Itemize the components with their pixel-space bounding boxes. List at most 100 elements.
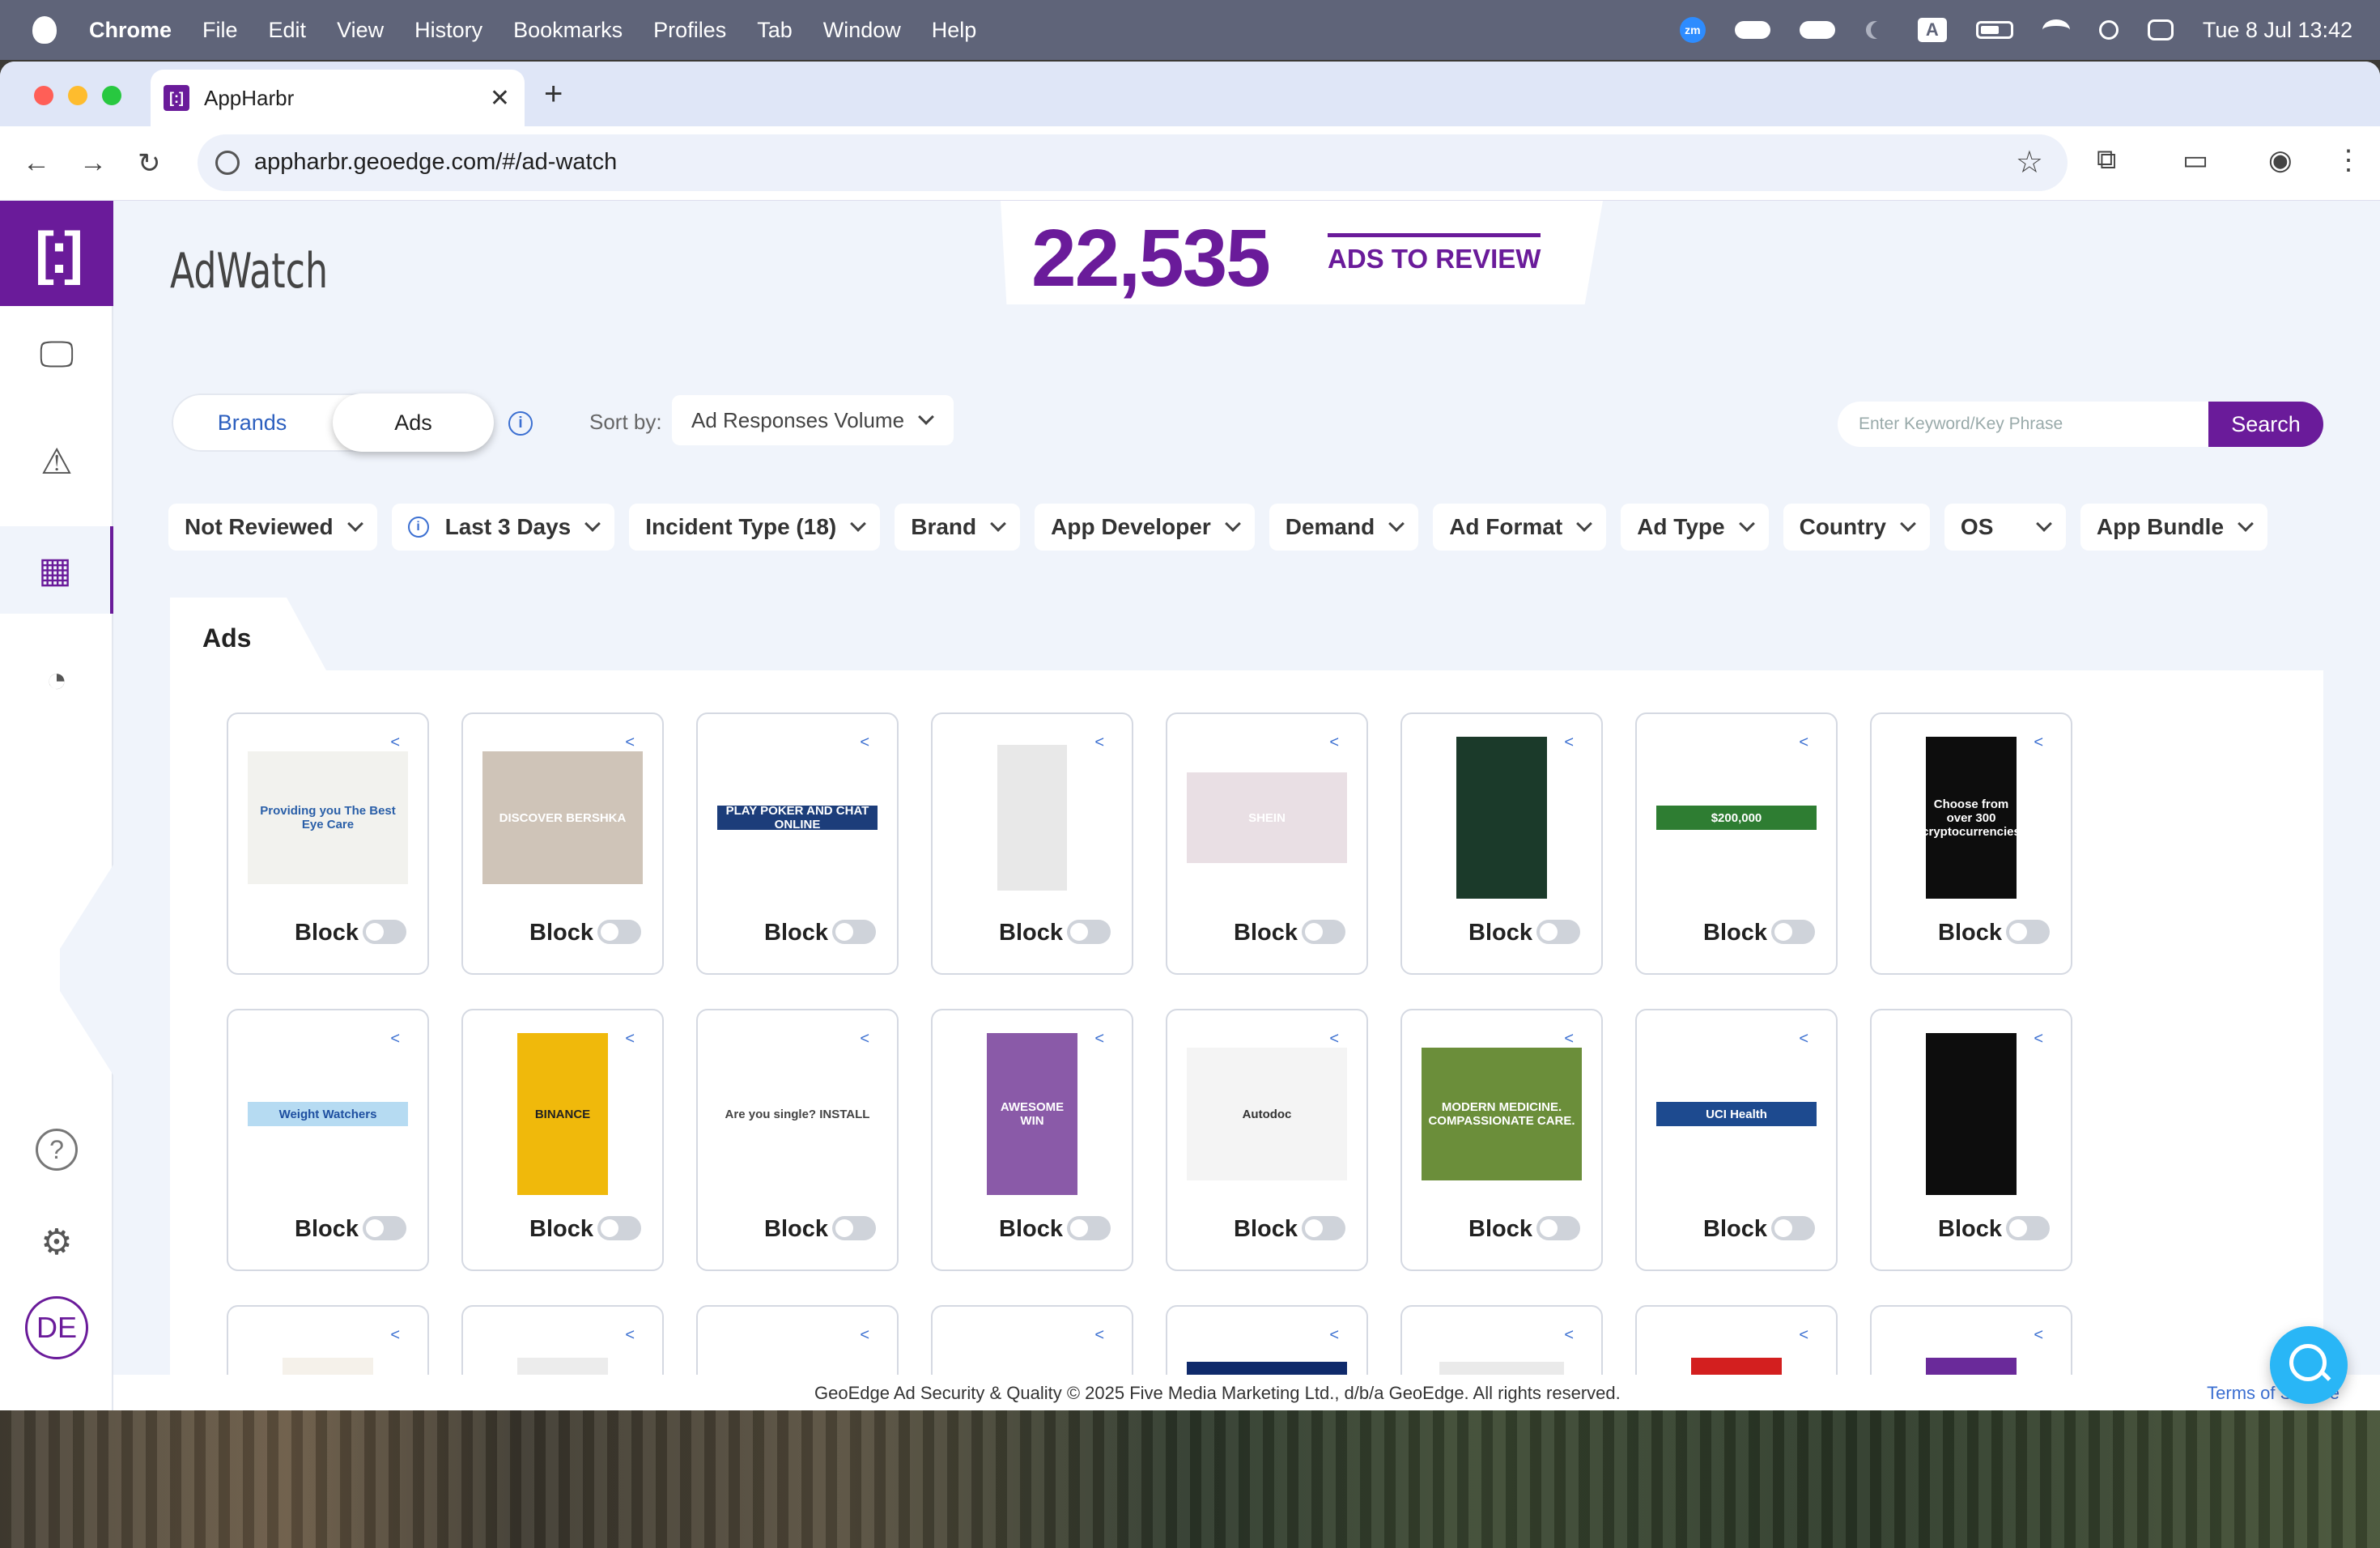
ad-card[interactable]: < PLAY POKER AND CHAT ONLINE Block — [696, 712, 899, 975]
ad-card[interactable]: < Block — [931, 712, 1133, 975]
bookmark-star-icon[interactable]: ☆ — [2016, 144, 2043, 181]
reload-icon[interactable]: ↻ — [138, 147, 161, 180]
share-icon[interactable]: < — [1329, 1030, 1339, 1048]
share-icon[interactable]: < — [1799, 1030, 1808, 1048]
block-toggle-switch[interactable] — [2006, 920, 2050, 944]
ad-thumbnail[interactable]: MODERN MEDICINE. COMPASSIONATE CARE. — [1422, 1048, 1582, 1180]
ad-card[interactable]: < Block — [1870, 1009, 2072, 1271]
ad-thumbnail[interactable] — [1456, 737, 1547, 899]
menubar-clock[interactable]: Tue 8 Jul 13:42 — [2203, 18, 2352, 43]
filter-ad-type[interactable]: Ad Type — [1621, 504, 1769, 551]
block-toggle-switch[interactable] — [363, 1216, 406, 1240]
filter-app-bundle[interactable]: App Bundle — [2080, 504, 2268, 551]
ad-card[interactable]: < SHEIN Block — [1166, 712, 1368, 975]
wifi-icon[interactable] — [2042, 19, 2070, 40]
new-tab-icon[interactable]: + — [544, 76, 563, 113]
menu-app-name[interactable]: Chrome — [89, 18, 172, 43]
block-toggle-switch[interactable] — [1771, 1216, 1815, 1240]
share-icon[interactable]: < — [1799, 1326, 1808, 1345]
menu-view[interactable]: View — [337, 18, 384, 43]
block-toggle-switch[interactable] — [2006, 1216, 2050, 1240]
menu-edit[interactable]: Edit — [269, 18, 307, 43]
control-center-icon[interactable] — [2147, 19, 2174, 40]
block-toggle-switch[interactable] — [597, 1216, 641, 1240]
share-icon[interactable]: < — [390, 1326, 400, 1345]
share-icon[interactable]: < — [1564, 734, 1574, 752]
minimize-window-button[interactable] — [68, 86, 87, 105]
share-icon[interactable]: < — [1564, 1030, 1574, 1048]
block-toggle-switch[interactable] — [1536, 920, 1580, 944]
ad-card[interactable]: < Providing you The Best Eye Care Block — [227, 712, 429, 975]
search-button[interactable]: Search — [2208, 402, 2323, 447]
ad-thumbnail[interactable]: Choose from over 300 cryptocurrencies — [1926, 737, 2017, 899]
sidebar-reports-pie-icon[interactable]: ◔ — [0, 636, 113, 724]
block-toggle-switch[interactable] — [1067, 920, 1111, 944]
block-toggle-switch[interactable] — [1771, 920, 1815, 944]
filter-date-range[interactable]: i Last 3 Days — [391, 504, 615, 551]
share-icon[interactable]: < — [2034, 734, 2043, 752]
menu-tab[interactable]: Tab — [757, 18, 793, 43]
ad-thumbnail[interactable]: $200,000 — [1656, 806, 1817, 830]
icloud-icon[interactable] — [1799, 21, 1835, 39]
ad-thumbnail[interactable]: Are you single? INSTALL — [717, 1104, 878, 1125]
sidebar-settings-gear-icon[interactable]: ⚙ — [0, 1198, 113, 1286]
filter-ad-format[interactable]: Ad Format — [1433, 504, 1607, 551]
block-toggle-switch[interactable] — [363, 920, 406, 944]
block-toggle-switch[interactable] — [1302, 920, 1345, 944]
block-toggle-switch[interactable] — [832, 1216, 876, 1240]
profile-icon[interactable]: ◉ — [2268, 144, 2293, 176]
share-icon[interactable]: < — [1564, 1326, 1574, 1345]
focus-moon-icon[interactable] — [1871, 21, 1889, 39]
share-icon[interactable]: < — [1799, 734, 1808, 752]
filter-incident-type[interactable]: Incident Type (18) — [629, 504, 881, 551]
ad-thumbnail[interactable]: UCI Health — [1656, 1102, 1817, 1126]
ad-card[interactable]: < $200,000 Block — [1635, 712, 1838, 975]
share-icon[interactable]: < — [2034, 1030, 2043, 1048]
filter-demand[interactable]: Demand — [1269, 504, 1419, 551]
share-icon[interactable]: < — [390, 1030, 400, 1048]
close-tab-icon[interactable]: ✕ — [490, 84, 510, 113]
ad-thumbnail[interactable]: Weight Watchers — [248, 1102, 408, 1126]
ad-card[interactable]: < Autodoc Block — [1166, 1009, 1368, 1271]
menu-history[interactable]: History — [414, 18, 482, 43]
sidebar-alerts-icon[interactable]: ⚠ — [0, 418, 113, 505]
ad-thumbnail[interactable]: AWESOME WIN — [987, 1033, 1077, 1195]
toggle-ads[interactable]: Ads — [333, 393, 494, 452]
ad-card[interactable]: < MODERN MEDICINE. COMPASSIONATE CARE. Blo… — [1400, 1009, 1603, 1271]
filter-review-status[interactable]: Not Reviewed — [168, 504, 377, 551]
spotlight-search-icon[interactable] — [2098, 20, 2119, 40]
address-bar[interactable]: appharbr.geoedge.com/#/ad-watch ☆ — [198, 134, 2068, 191]
ad-thumbnail[interactable]: Autodoc — [1187, 1048, 1347, 1180]
ad-thumbnail[interactable]: PLAY POKER AND CHAT ONLINE — [717, 806, 878, 830]
ad-card[interactable]: < Weight Watchers Block — [227, 1009, 429, 1271]
share-icon[interactable]: < — [625, 1326, 635, 1345]
share-icon[interactable]: < — [390, 734, 400, 752]
share-icon[interactable]: < — [2034, 1326, 2043, 1345]
info-icon[interactable]: i — [407, 517, 429, 538]
menu-profiles[interactable]: Profiles — [653, 18, 726, 43]
block-toggle-switch[interactable] — [1067, 1216, 1111, 1240]
block-toggle-switch[interactable] — [597, 920, 641, 944]
zoom-status-icon[interactable]: zm — [1679, 17, 1706, 43]
creative-cloud-icon[interactable] — [1734, 21, 1770, 39]
ad-card[interactable]: < Are you single? INSTALL Block — [696, 1009, 899, 1271]
menu-file[interactable]: File — [202, 18, 238, 43]
menu-bookmarks[interactable]: Bookmarks — [513, 18, 623, 43]
search-fab-icon[interactable] — [2270, 1326, 2348, 1404]
ad-thumbnail[interactable]: BINANCE — [517, 1033, 608, 1195]
block-toggle-switch[interactable] — [832, 920, 876, 944]
sidebar-help[interactable]: ? — [0, 1106, 113, 1193]
input-source-icon[interactable]: A — [1917, 18, 1947, 42]
sidebar-dashboard-icon[interactable]: 🖵 — [0, 311, 113, 398]
info-icon[interactable]: i — [508, 411, 533, 436]
sort-select[interactable]: Ad Responses Volume — [672, 395, 954, 445]
share-icon[interactable]: < — [1094, 1030, 1104, 1048]
apple-menu-icon[interactable] — [32, 16, 57, 44]
ad-card[interactable]: < Choose from over 300 cryptocurrencies Bl… — [1870, 712, 2072, 975]
filter-app-developer[interactable]: App Developer — [1035, 504, 1255, 551]
share-icon[interactable]: < — [1094, 1326, 1104, 1345]
forward-icon[interactable]: → — [79, 147, 107, 179]
menu-help[interactable]: Help — [932, 18, 977, 43]
ad-thumbnail[interactable]: Providing you The Best Eye Care — [248, 751, 408, 884]
back-icon[interactable]: ← — [23, 147, 50, 179]
